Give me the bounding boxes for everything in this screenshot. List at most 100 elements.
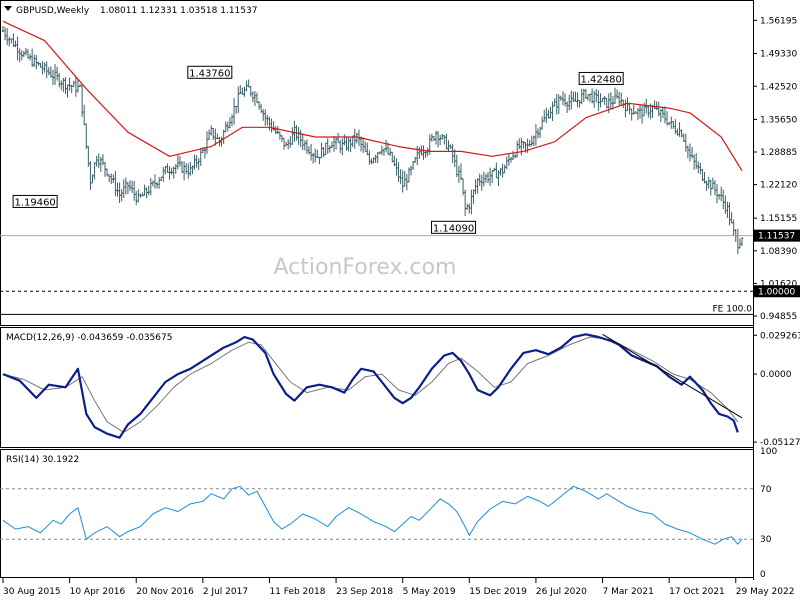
ohlc-bar: [186, 163, 190, 179]
ohlc-bar: [68, 77, 71, 91]
ohlc-bar: [49, 66, 53, 78]
ohlc-bar: [465, 203, 469, 210]
ohlc-bar: [628, 102, 631, 115]
annotation-label: 1.43760: [187, 65, 233, 79]
ohlc-bar: [599, 93, 602, 108]
ohlc-bar: [534, 124, 538, 146]
ohlc-bar: [247, 79, 250, 88]
ohlc-bar: [189, 161, 192, 176]
ohlc-bar: [7, 36, 11, 47]
ohlc-bar: [624, 99, 627, 118]
ohlc-bar: [418, 147, 421, 159]
ohlc-bar: [338, 139, 342, 153]
annotation-text: 1.42480: [581, 74, 622, 85]
ohlc-bar: [116, 182, 119, 197]
ohlc-bar: [570, 90, 573, 110]
ohlc-bar: [251, 91, 255, 103]
ohlc-bar: [266, 114, 269, 126]
ohlc-bar: [286, 139, 290, 150]
ohlc-bar: [484, 173, 488, 183]
ohlc-bar: [182, 161, 186, 181]
ohlc-bar: [330, 141, 334, 149]
ohlc-bar: [682, 133, 686, 142]
annotation-text: 1.43760: [189, 68, 230, 79]
x-tick-label: 20 Nov 2016: [136, 587, 194, 597]
rsi-panel-title: RSI(14) 30.1922: [6, 455, 79, 465]
ohlc-bar: [147, 185, 151, 196]
ohlc-bar: [597, 90, 600, 112]
rsi-tick-label: 100: [760, 447, 777, 457]
ohlc-bar: [395, 158, 398, 176]
ohlc-bar: [686, 145, 690, 159]
ohlc-bar: [205, 131, 209, 154]
ohlc-bar: [457, 165, 461, 184]
ohlc-bar: [291, 127, 294, 145]
chart-canvas: GBPUSD,Weekly 1.08011 1.12331 1.03518 1.…: [0, 0, 800, 597]
ohlc-bar: [118, 182, 121, 203]
ohlc-bar: [501, 163, 504, 178]
ohlc-bar: [661, 107, 665, 119]
ohlc-bar: [580, 88, 584, 105]
ohlc-bar: [130, 180, 134, 193]
ohlc-bar: [14, 40, 17, 48]
ohlc-bar: [736, 228, 740, 255]
ohlc-bar: [509, 156, 513, 163]
ohlc-bar: [545, 107, 548, 124]
ohlc-bar: [89, 161, 92, 190]
ohlc-bar: [705, 180, 708, 191]
ohlc-bar: [324, 142, 327, 156]
ohlc-bar: [707, 176, 710, 189]
ohlc-bar: [220, 136, 223, 147]
ohlc-bar: [261, 109, 265, 121]
ohlc-bar: [126, 182, 130, 195]
macd-layer: [2, 333, 743, 439]
x-tick-label: 2 Jul 2017: [203, 587, 248, 597]
ohlc-bar: [143, 184, 146, 196]
ohlc-bar: [305, 139, 309, 154]
ohlc-bar: [35, 55, 38, 70]
ohlc-bar: [576, 92, 579, 108]
ohlc-bar: [470, 189, 473, 215]
ohlc-bar: [211, 127, 215, 141]
ohlc-bar: [174, 163, 178, 174]
ohlc-bar: [528, 139, 531, 147]
ohlc-bar: [467, 203, 471, 214]
ohlc-readout: 1.08011 1.12331 1.03518 1.11537: [100, 6, 257, 16]
ohlc-bar: [161, 166, 165, 182]
x-tick-label: 7 Mar 2021: [603, 587, 654, 597]
ohlc-bar: [684, 133, 688, 152]
ohlc-bar: [630, 108, 633, 121]
price-tick-label: 1.56195: [760, 16, 797, 26]
ohlc-bar: [288, 136, 292, 148]
ohlc-bar: [276, 126, 280, 135]
ohlc-bar: [368, 150, 371, 165]
ohlc-bar: [66, 84, 69, 98]
ohlc-bar: [99, 156, 103, 172]
ohlc-bar: [207, 129, 211, 141]
ohlc-bar: [476, 178, 479, 194]
ohlc-bar: [740, 237, 744, 247]
ohlc-bar: [322, 146, 325, 158]
ohlc-bar: [16, 36, 19, 61]
ohlc-bar: [32, 54, 36, 67]
rsi-layer: [0, 485, 753, 545]
ohlc-bar: [93, 162, 96, 180]
ohlc-bar: [472, 189, 475, 204]
ohlc-bar: [95, 155, 98, 167]
ohlc-bar: [320, 142, 323, 159]
ohlc-bar: [234, 105, 238, 114]
ohlc-bar: [199, 147, 203, 167]
ohlc-bar: [726, 201, 729, 219]
ohlc-bar: [55, 66, 59, 81]
macd-tick-label: 0.029261: [760, 331, 800, 341]
ohlc-bar: [18, 48, 21, 63]
dropdown-arrow-icon[interactable]: [4, 6, 12, 11]
fe-label: FE 100.0: [713, 304, 753, 314]
price-tick-label: 1.42520: [760, 82, 797, 92]
ohlc-bar: [459, 163, 463, 181]
ohlc-bar: [274, 126, 278, 135]
ohlc-bar: [257, 101, 261, 110]
x-tick-label: 29 May 2022: [736, 587, 795, 597]
ohlc-bar: [82, 104, 86, 126]
annotation-text: 1.14090: [433, 223, 474, 234]
